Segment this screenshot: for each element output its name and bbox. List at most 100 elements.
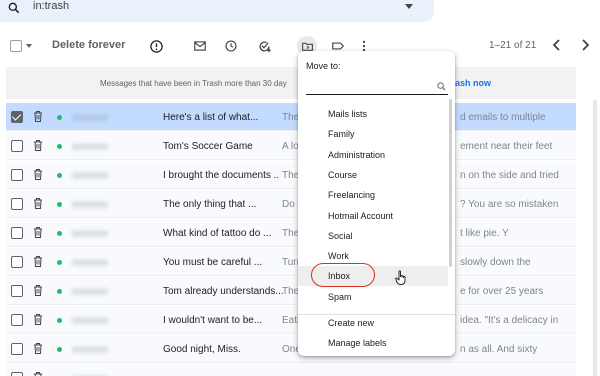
message-row[interactable]: xxxxxxxxI brought the documents ..The cn… (6, 161, 576, 189)
mark-unread-icon[interactable] (191, 37, 209, 55)
label-option[interactable]: Administration (298, 145, 448, 165)
search-query[interactable]: in:trash (33, 0, 69, 13)
sender-name-redacted: xxxxxxxx (72, 112, 108, 122)
snooze-icon[interactable] (222, 37, 240, 55)
highlight-annotation (311, 263, 375, 288)
trash-icon[interactable] (32, 226, 44, 242)
sender-name-redacted: xxxxxxxx (72, 170, 108, 180)
snippet-continued: idea. "It's a delicacy in (460, 315, 559, 326)
sender-name-redacted: xxxxxxxx (72, 141, 108, 151)
trash-icon[interactable] (32, 168, 44, 184)
row-checkbox[interactable] (11, 343, 23, 355)
trash-icon[interactable] (32, 197, 44, 213)
row-checkbox[interactable] (11, 169, 23, 181)
snippet-continued: ement near their feet (460, 141, 553, 152)
list-scrollbar[interactable] (593, 100, 597, 376)
trash-icon[interactable] (32, 284, 44, 300)
row-checkbox[interactable] (11, 198, 23, 210)
trash-icon[interactable] (32, 371, 44, 376)
row-checkbox[interactable] (11, 227, 23, 239)
move-to-menu: Move to: Mails lists Family Administration… (298, 51, 455, 356)
row-checkbox[interactable] (11, 314, 23, 326)
subject: Good night, Miss. (163, 344, 241, 355)
menu-scrollbar[interactable] (449, 99, 452, 267)
sender-name-redacted: xxxxxxxx (72, 199, 108, 209)
label-option[interactable]: Course (298, 165, 448, 185)
unread-dot-icon (57, 318, 62, 323)
chevron-right-icon[interactable] (580, 38, 590, 55)
unread-dot-icon (57, 260, 62, 265)
row-checkbox[interactable] (11, 111, 23, 123)
label-option[interactable]: Inbox (298, 263, 448, 288)
sender-name-redacted: xxxxxxxx (72, 228, 108, 238)
unread-dot-icon (57, 231, 62, 236)
message-row[interactable]: xxxxxxxx You must be careful ... Turn slowl… (6, 248, 576, 276)
unread-dot-icon (57, 173, 62, 178)
snippet-continued: d emails to multiple (460, 112, 546, 123)
message-row[interactable]: xxxxxxxxWhat kind of tattoo do ...The ct… (6, 219, 576, 247)
search-bar[interactable]: in:trash (0, 0, 434, 22)
unread-dot-icon (57, 115, 62, 120)
snippet-continued: ? You are so mistaken (460, 199, 559, 210)
create-new-button[interactable]: Create new (328, 318, 374, 328)
trash-banner-message: Messages that have been in Trash more th… (100, 79, 287, 88)
empty-trash-link[interactable]: ash now (455, 78, 491, 88)
subject: Tom already understands... (163, 286, 283, 297)
unread-dot-icon (57, 289, 62, 294)
manage-labels-button[interactable]: Manage labels (328, 338, 387, 348)
message-row[interactable]: xxxxxxxxI wouldn't want to be...Eatinide… (6, 306, 576, 334)
sender-name-redacted: xxxxxxxx (72, 257, 108, 267)
message-row[interactable]: xxxxxxxx (6, 364, 576, 376)
label-option[interactable]: Family (298, 124, 448, 144)
select-dropdown-icon[interactable] (26, 44, 32, 48)
delete-forever-button[interactable]: Delete forever (52, 39, 125, 51)
label-option[interactable]: Spam (298, 287, 448, 307)
row-checkbox[interactable] (11, 256, 23, 268)
move-to-title: Move to: (306, 61, 341, 71)
snippet-continued: t like pie. Y (460, 228, 509, 239)
search-icon (436, 81, 447, 95)
subject: I brought the documents .. (163, 170, 280, 181)
report-spam-icon[interactable] (147, 37, 165, 55)
hand-pointer-icon (395, 270, 409, 289)
snippet-continued: e for over 25 years (460, 286, 544, 297)
chevron-left-icon[interactable] (552, 38, 562, 55)
message-row[interactable]: xxxxxxxxThe only thing that ...Do yo? Yo… (6, 190, 576, 218)
unread-dot-icon (57, 144, 62, 149)
message-row[interactable]: xxxxxxxxTom's Soccer GameA lonement near… (6, 132, 576, 160)
label-option[interactable]: Hotmail Account (298, 206, 448, 226)
snippet-continued: slowly down the (460, 257, 531, 268)
label-option[interactable]: Work (298, 246, 448, 266)
unread-dot-icon (57, 347, 62, 352)
trash-icon[interactable] (32, 110, 44, 126)
menu-divider (298, 314, 455, 315)
label-option[interactable]: Freelancing (298, 185, 448, 205)
subject: I wouldn't want to be... (163, 315, 263, 326)
trash-banner: Messages that have been in Trash more th… (6, 67, 576, 99)
row-checkbox[interactable] (11, 285, 23, 297)
sender-name-redacted: xxxxxxxx (72, 315, 108, 325)
trash-icon[interactable] (32, 342, 44, 358)
row-checkbox[interactable] (11, 372, 23, 376)
subject: Here's a list of what... (163, 112, 259, 123)
sender-name-redacted: xxxxxxxx (72, 344, 108, 354)
select-all-checkbox[interactable] (10, 40, 22, 52)
trash-icon[interactable] (32, 139, 44, 155)
message-row[interactable]: xxxxxxxxHere's a list of what...The Cd e… (6, 103, 576, 131)
label-option[interactable]: Social (298, 226, 448, 246)
subject: What kind of tattoo do ... (163, 228, 272, 239)
row-checkbox[interactable] (11, 140, 23, 152)
snippet-continued: n on the side and tried (460, 170, 559, 181)
label-options-list: Mails lists Family Administration Course Fre… (298, 104, 455, 318)
subject: You must be careful ... (163, 257, 263, 268)
trash-icon[interactable] (32, 313, 44, 329)
unread-dot-icon (57, 202, 62, 207)
search-options-icon[interactable] (405, 4, 413, 9)
search-icon[interactable] (7, 1, 21, 18)
label-filter-input[interactable] (306, 79, 448, 95)
label-option[interactable]: Mails lists (298, 104, 448, 124)
message-row[interactable]: xxxxxxxx Good night, Miss. One n as all. An… (6, 335, 576, 363)
add-to-tasks-icon[interactable] (255, 37, 273, 55)
message-row[interactable]: xxxxxxxxTom already understands...The ce… (6, 277, 576, 305)
trash-icon[interactable] (32, 255, 44, 271)
